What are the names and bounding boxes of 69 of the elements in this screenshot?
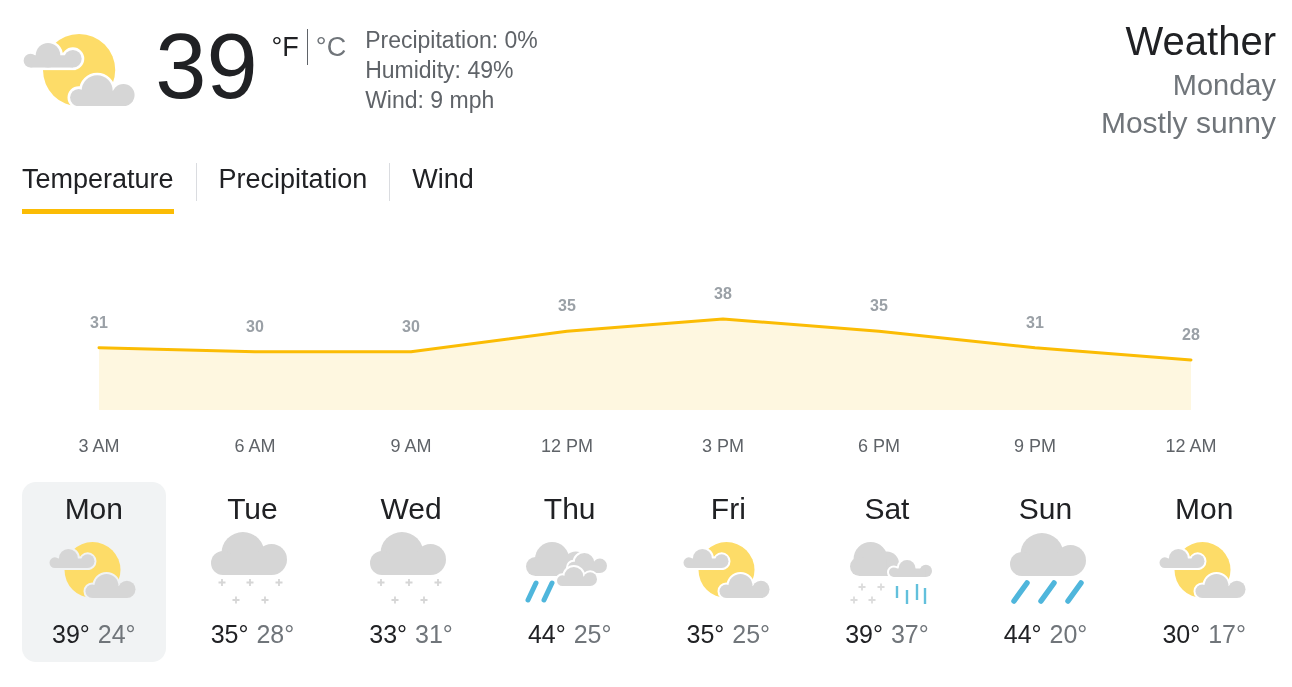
value-label: 30: [402, 317, 420, 335]
day-name: Thu: [543, 491, 596, 527]
weather-detail: Humidity: 49%: [365, 56, 515, 85]
day-name: Tue: [227, 491, 278, 527]
tab[interactable]: Temperature: [22, 160, 174, 214]
time-label: 3 AM: [78, 436, 120, 456]
snow-cloud-icon: [370, 532, 447, 604]
rain-clouds-icon: [524, 542, 607, 603]
day-card[interactable]: Tue 35° 28°: [180, 482, 325, 662]
weather-detail: Wind: 9 mph: [365, 86, 496, 115]
sun-cloud-icon: [23, 34, 136, 107]
sun-cloud-icon: [1159, 542, 1247, 598]
high-temp: 44°: [1003, 619, 1042, 649]
sun-cloud-icon: [48, 542, 136, 598]
sun-cloud-icon: [683, 542, 771, 598]
low-temp: 37°: [890, 619, 929, 649]
current-temperature: 39: [155, 20, 258, 112]
low-temp: 24°: [97, 619, 136, 649]
day-name: Mon: [64, 491, 123, 527]
day-label: Monday: [1171, 68, 1276, 103]
time-label: 9 PM: [1014, 436, 1056, 456]
tab[interactable]: Precipitation: [218, 160, 368, 214]
value-label: 31: [1026, 313, 1044, 331]
low-temp: 17°: [1208, 619, 1246, 649]
high-temp: 35°: [210, 619, 249, 649]
low-temp: 25°: [732, 619, 771, 649]
time-label: 6 AM: [234, 436, 276, 456]
time-label: 6 PM: [858, 436, 900, 456]
day-name: Mon: [1175, 491, 1234, 527]
time-label: 12 AM: [1165, 436, 1217, 456]
value-label: 28: [1182, 326, 1200, 343]
rain-snow-cloud-icon: [849, 542, 932, 605]
value-label: 38: [714, 285, 732, 302]
day-card[interactable]: Wed 33° 31°: [339, 482, 483, 662]
day-card[interactable]: Sat 39° 37°: [815, 482, 959, 662]
day-card[interactable]: Thu 44° 25°: [497, 482, 642, 662]
day-card[interactable]: Sun 44° 20°: [973, 482, 1118, 662]
high-temp: 39°: [52, 619, 90, 649]
unit-toggle[interactable]: °F: [271, 29, 299, 65]
high-temp: 30°: [1162, 619, 1201, 649]
value-label: 35: [870, 297, 888, 315]
weather-detail: Precipitation: 0%: [365, 26, 538, 55]
value-label: 30: [246, 317, 264, 335]
day-name: Sun: [1018, 491, 1073, 527]
value-label: 31: [90, 313, 108, 331]
day-name: Sat: [864, 491, 910, 527]
day-name: Fri: [710, 491, 746, 527]
day-name: Wed: [380, 491, 442, 527]
time-label: 9 AM: [390, 436, 432, 456]
low-temp: 20°: [1049, 619, 1088, 649]
high-temp: 39°: [845, 619, 883, 649]
rain-cloud-icon: [1009, 533, 1087, 604]
high-temp: 44°: [527, 619, 566, 649]
time-label: 12 PM: [541, 436, 593, 456]
low-temp: 25°: [573, 619, 612, 649]
low-temp: 31°: [415, 619, 453, 649]
high-temp: 33°: [369, 619, 408, 649]
unit-toggle[interactable]: °C: [315, 29, 347, 65]
day-card[interactable]: Mon 30° 17°: [1132, 482, 1276, 662]
time-label: 3 PM: [702, 436, 744, 456]
tab[interactable]: Wind: [412, 160, 474, 214]
snow-cloud-icon: [211, 532, 288, 604]
condition-label: Mostly sunny: [1100, 105, 1276, 141]
app-title: Weather: [1124, 19, 1276, 63]
high-temp: 35°: [686, 619, 725, 649]
low-temp: 28°: [256, 619, 295, 649]
day-card[interactable]: Mon 39° 24°: [22, 482, 166, 662]
day-card[interactable]: Fri 35° 25°: [656, 482, 801, 662]
value-label: 35: [558, 297, 576, 315]
